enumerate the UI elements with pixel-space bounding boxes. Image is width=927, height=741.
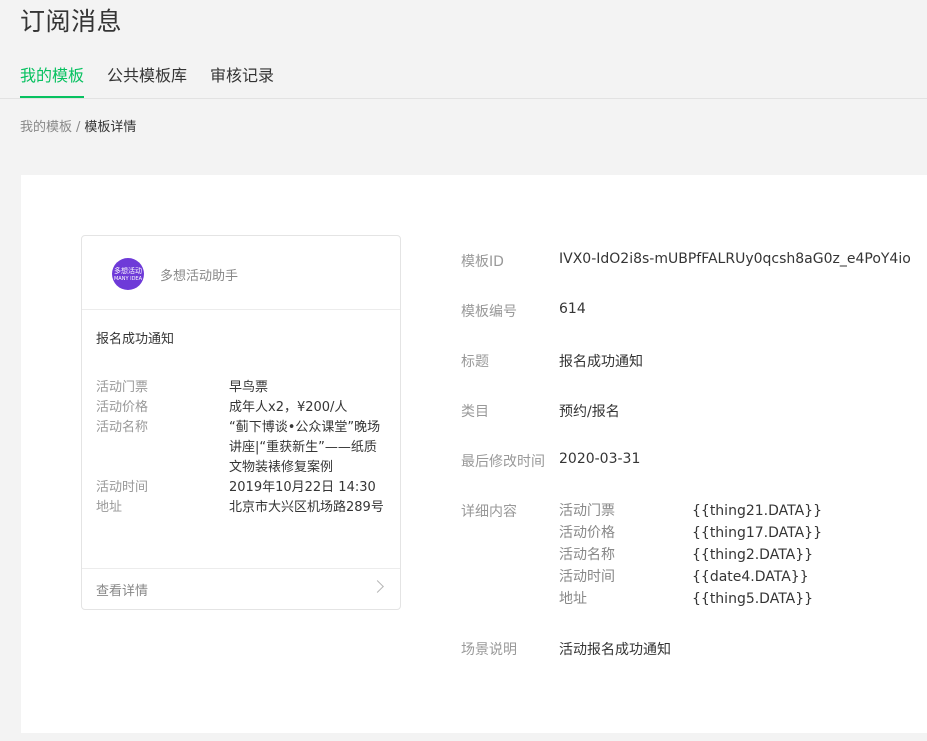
content-item: 活动名称 {{thing2.DATA}}	[559, 545, 899, 567]
field-value: 成年人x2，¥200/人	[229, 400, 348, 415]
page: 订阅消息 我的模板 公共模板库 审核记录 我的模板 / 模板详情 多想活动 MANY…	[0, 0, 927, 741]
tab-bar: 我的模板 公共模板库 审核记录	[20, 66, 274, 98]
field-value: “蓟下博谈•公众课堂”晚场讲座|“重获新生”——纸质文物装裱修复案例	[229, 420, 381, 475]
field-value: 北京市大兴区机场路289号	[229, 500, 384, 515]
content-value: {{thing21.DATA}}	[692, 503, 822, 519]
message-preview-card: 多想活动 MANY IDEA 多想活动助手 报名成功通知 活动门票 早鸟票 活动…	[81, 235, 401, 610]
content-key: 活动时间	[559, 569, 615, 585]
view-details-label: 查看详情	[96, 584, 149, 599]
content-value: {{thing5.DATA}}	[692, 591, 814, 607]
view-details-link[interactable]: 查看详情	[82, 568, 400, 609]
modified-label: 最后修改时间	[461, 454, 545, 470]
field-key: 活动名称	[96, 420, 149, 435]
content-value: {{date4.DATA}}	[692, 569, 809, 585]
content-list: 活动门票 {{thing21.DATA}} 活动价格 {{thing17.DAT…	[559, 501, 899, 611]
content-value: {{thing2.DATA}}	[692, 547, 814, 563]
content-key: 活动门票	[559, 503, 615, 519]
content-item: 活动门票 {{thing21.DATA}}	[559, 501, 899, 523]
avatar-subtext: MANY IDEA	[113, 275, 143, 282]
content-value: {{thing17.DATA}}	[692, 525, 822, 541]
field-key: 地址	[96, 500, 123, 515]
card-header: 多想活动 MANY IDEA 多想活动助手	[82, 236, 400, 310]
content-key: 地址	[559, 591, 587, 607]
field-key: 活动时间	[96, 480, 149, 495]
message-title: 报名成功通知	[96, 332, 175, 347]
template-no-value: 614	[559, 301, 586, 317]
content-item: 活动价格 {{thing17.DATA}}	[559, 523, 899, 545]
field-key: 活动价格	[96, 400, 149, 415]
avatar: 多想活动 MANY IDEA	[112, 258, 144, 290]
category-value: 预约/报名	[559, 404, 620, 420]
avatar-text: 多想活动	[114, 266, 142, 275]
chevron-right-icon	[371, 580, 384, 593]
content-label: 详细内容	[461, 504, 517, 520]
scene-value: 活动报名成功通知	[559, 642, 671, 658]
category-label: 类目	[461, 404, 489, 420]
field-value: 2019年10月22日 14:30	[229, 480, 376, 495]
tab-public-template-library[interactable]: 公共模板库	[107, 66, 187, 96]
template-id-value: IVX0-IdO2i8s-mUBPfFALRUy0qcsh8aG0z_e4PoY…	[559, 251, 911, 267]
message-field-row: 活动门票 早鸟票	[96, 378, 386, 398]
field-value: 早鸟票	[229, 380, 269, 395]
template-id-label: 模板ID	[461, 254, 504, 270]
content-item: 活动时间 {{date4.DATA}}	[559, 567, 899, 589]
breadcrumb-my-templates[interactable]: 我的模板	[20, 120, 72, 135]
title-label: 标题	[461, 354, 489, 370]
content-key: 活动名称	[559, 547, 615, 563]
template-detail-panel: 多想活动 MANY IDEA 多想活动助手 报名成功通知 活动门票 早鸟票 活动…	[21, 175, 927, 733]
app-name: 多想活动助手	[160, 269, 239, 284]
field-key: 活动门票	[96, 380, 149, 395]
title-value: 报名成功通知	[559, 354, 643, 370]
modified-value: 2020-03-31	[559, 451, 641, 467]
message-field-row: 活动价格 成年人x2，¥200/人	[96, 398, 386, 418]
content-key: 活动价格	[559, 525, 615, 541]
scene-label: 场景说明	[461, 642, 517, 658]
message-fields: 活动门票 早鸟票 活动价格 成年人x2，¥200/人 活动名称 “蓟下博谈•公众…	[96, 378, 386, 518]
tab-my-templates[interactable]: 我的模板	[20, 66, 85, 98]
message-field-row: 活动时间 2019年10月22日 14:30	[96, 478, 386, 498]
content-item: 地址 {{thing5.DATA}}	[559, 589, 899, 611]
header: 订阅消息 我的模板 公共模板库 审核记录	[0, 0, 927, 99]
breadcrumb-current: 模板详情	[84, 120, 137, 135]
template-no-label: 模板编号	[461, 304, 517, 320]
breadcrumb-separator: /	[76, 120, 81, 135]
message-field-row: 活动名称 “蓟下博谈•公众课堂”晚场讲座|“重获新生”——纸质文物装裱修复案例	[96, 418, 386, 478]
message-field-row: 地址 北京市大兴区机场路289号	[96, 498, 386, 518]
breadcrumb: 我的模板 / 模板详情	[20, 116, 136, 135]
tab-review-records[interactable]: 审核记录	[210, 66, 274, 96]
page-title: 订阅消息	[20, 7, 123, 36]
